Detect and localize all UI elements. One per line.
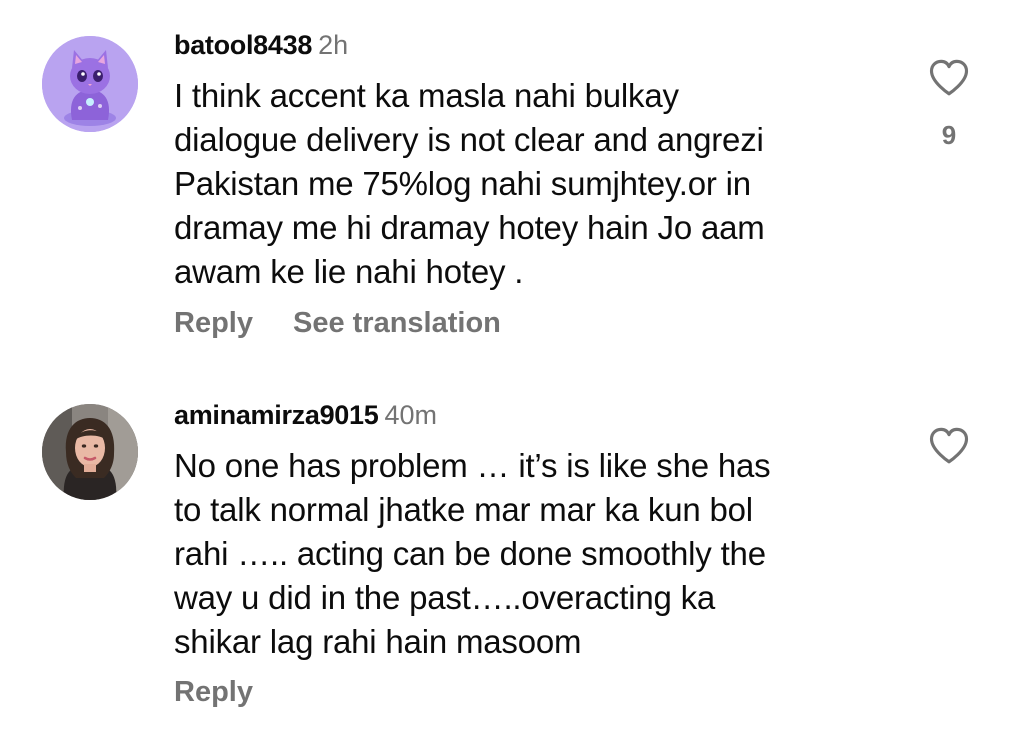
avatar[interactable] [42,404,138,500]
heart-outline-icon[interactable] [928,426,970,466]
like-control [926,426,972,466]
heart-outline-icon[interactable] [928,58,970,98]
reply-button[interactable]: Reply [174,676,253,708]
see-translation-button[interactable]: See translation [293,307,501,339]
comment-text: I think accent ka masla nahi bulkay dial… [174,77,765,290]
like-control: 9 [926,58,972,150]
comment-text: No one has problem … it’s is like she ha… [174,447,771,660]
purple-cat-avatar-icon [42,36,138,132]
reply-button[interactable]: Reply [174,307,253,339]
avatar[interactable] [42,36,138,132]
timestamp: 40m [384,400,437,430]
comment-item: aminamirza9015 40m No one has problem … i… [0,370,1024,751]
comment-actions: Reply See translation [174,306,501,340]
username[interactable]: batool8438 [174,30,312,60]
comment-actions: Reply [174,675,253,709]
timestamp: 2h [318,30,349,60]
comment-meta: aminamirza9015 40m [174,399,437,431]
profile-photo-avatar-icon [42,404,138,500]
comment-item: batool8438 2h I think accent ka masla nah… [0,0,1024,370]
username[interactable]: aminamirza9015 [174,400,379,430]
like-count: 9 [941,120,957,150]
comment-meta: batool8438 2h [174,29,348,61]
